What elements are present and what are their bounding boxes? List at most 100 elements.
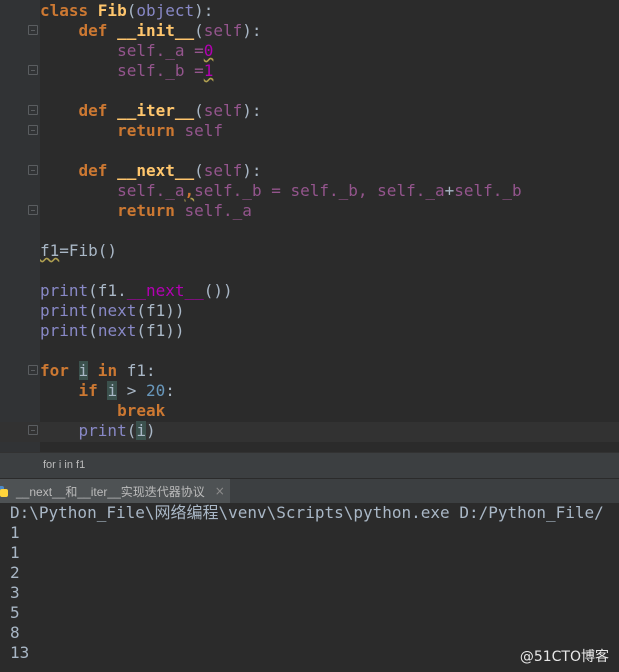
code-token: object (136, 1, 195, 20)
run-console[interactable]: D:\Python_File\网络编程\venv\Scripts\python.… (0, 503, 619, 672)
code-line[interactable]: for i in f1: (40, 361, 156, 381)
console-line: D:\Python_File\网络编程\venv\Scripts\python.… (10, 503, 604, 522)
code-token: __iter__ (117, 101, 195, 120)
run-tool-window-tabs: __next__和__iter__实现迭代器协议 × (0, 478, 619, 504)
code-token: 20 (145, 381, 166, 400)
code-token: self (117, 61, 156, 80)
code-editor[interactable]: class Fib(object): def __init__(self): s… (0, 0, 619, 452)
code-token: ._a (415, 181, 445, 200)
fold-marker[interactable] (28, 25, 38, 35)
code-line[interactable]: f1=Fib() (40, 241, 117, 261)
code-line[interactable]: print(f1.__next__()) (40, 281, 233, 301)
code-token: i (107, 381, 118, 400)
code-line[interactable]: self._a,self._b = self._b, self._a+self.… (40, 181, 522, 201)
code-token: ( (88, 321, 98, 340)
code-line[interactable]: def __init__(self): (40, 21, 262, 41)
code-line[interactable]: print(i) (40, 421, 156, 441)
code-token: ._a (155, 181, 185, 200)
code-token: __next__ (126, 281, 204, 300)
console-line: 3 (10, 583, 20, 602)
code-token: __next__ (117, 161, 195, 180)
console-line: 1 (10, 523, 20, 542)
close-icon[interactable]: × (215, 484, 225, 498)
code-line[interactable]: class Fib(object): (40, 1, 213, 21)
code-token: (f1)) (136, 321, 185, 340)
code-token: print (40, 321, 89, 340)
fold-marker[interactable] (28, 165, 38, 175)
code-line[interactable]: break (40, 401, 165, 421)
code-token: Fib (97, 1, 127, 20)
code-token: ._a = (155, 41, 204, 60)
code-token: f1: (126, 361, 156, 380)
breadcrumb[interactable]: for i in f1 (43, 459, 85, 471)
code-token: ( (126, 1, 137, 20)
code-token: ._b = (155, 61, 204, 80)
watermark: @51CTO博客 (519, 649, 609, 665)
console-line: 2 (10, 563, 20, 582)
code-token: print (78, 421, 127, 440)
code-token: self (117, 41, 156, 60)
code-token: def (78, 161, 118, 180)
code-line[interactable]: self._b =1 (40, 61, 213, 81)
code-line[interactable]: self._a =0 (40, 41, 213, 61)
code-token: in (88, 361, 127, 380)
code-token: break (117, 401, 166, 420)
code-token: ( (194, 161, 204, 180)
code-line[interactable]: def __iter__(self): (40, 101, 262, 121)
code-line[interactable]: return self (40, 121, 223, 141)
code-token: ): (242, 21, 262, 40)
code-token: self (117, 181, 156, 200)
console-line: 8 (10, 623, 20, 642)
code-line[interactable]: return self._a (40, 201, 252, 221)
code-token: 1 (203, 61, 214, 80)
code-token: + (444, 181, 455, 200)
code-token: self (377, 181, 416, 200)
code-line[interactable]: if i > 20: (40, 381, 175, 401)
code-token: self (184, 201, 224, 220)
python-file-icon (0, 484, 10, 498)
code-token: ( (194, 101, 204, 120)
fold-marker[interactable] (28, 365, 38, 375)
run-tab-label: __next__和__iter__实现迭代器协议 (16, 484, 205, 499)
code-token: (f1)) (136, 301, 185, 320)
code-token: ): (242, 101, 262, 120)
fold-marker[interactable] (28, 425, 38, 435)
code-token: : (165, 381, 175, 400)
code-token: self (184, 121, 224, 140)
code-token: ._a (223, 201, 252, 220)
breadcrumb-bar: for i in f1 (0, 452, 619, 479)
code-token: ()) (203, 281, 233, 300)
code-token: self (194, 181, 233, 200)
code-token: return (117, 201, 185, 220)
code-line[interactable]: print(next(f1)) (40, 321, 185, 341)
fold-marker[interactable] (28, 105, 38, 115)
code-token: > (117, 381, 146, 400)
code-token: for (40, 361, 79, 380)
fold-marker[interactable] (28, 125, 38, 135)
code-token: print (40, 301, 89, 320)
code-token: ): (194, 1, 214, 20)
code-token: def (78, 21, 118, 40)
code-token: ( (126, 421, 137, 440)
code-line[interactable]: print(next(f1)) (40, 301, 185, 321)
code-line[interactable]: def __next__(self): (40, 161, 262, 181)
code-token: if (78, 381, 108, 400)
code-token: __init__ (117, 21, 195, 40)
run-tab[interactable]: __next__和__iter__实现迭代器协议 × (0, 479, 230, 503)
code-token: i (78, 361, 89, 380)
code-token: def (78, 101, 118, 120)
code-token: next (97, 321, 137, 340)
code-token: ._b (492, 181, 522, 200)
fold-marker[interactable] (28, 205, 38, 215)
fold-marker[interactable] (28, 65, 38, 75)
code-token: f1 (40, 241, 60, 260)
code-token: self (203, 21, 243, 40)
